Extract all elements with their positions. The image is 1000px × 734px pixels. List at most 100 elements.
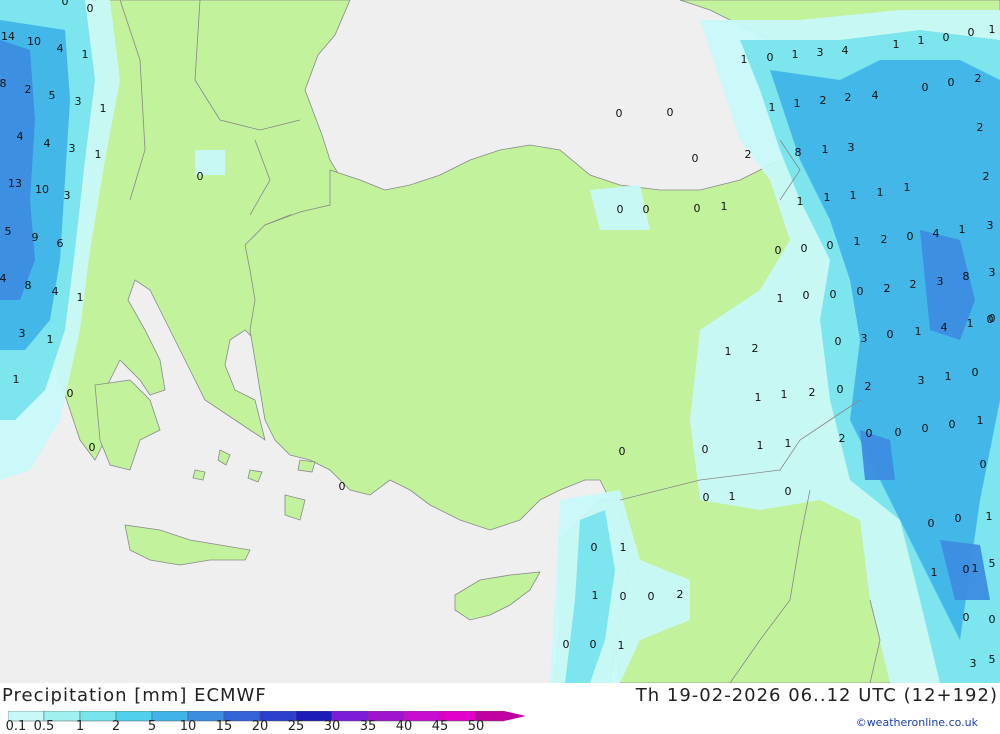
map-value-label: 0 [955,512,962,525]
map-value-label: 0 [963,563,970,576]
map-value-label: 2 [977,121,984,134]
map-value-label: 2 [745,148,752,161]
legend-swatch [115,710,153,722]
map-value-label: 1 [618,639,625,652]
precipitation-map: 14 10 4 1 0 0 8 2 5 3 1 4 4 3 1 13 10 3 5 9 6 4 8 4 1 3 1 1 0 0 0 0 0 0 0 0… [0,0,1000,684]
map-value-label: 1 [794,97,801,110]
map-value-label: 1 [769,101,776,114]
map-value-label: 0 [619,445,626,458]
map-value-label: 0 [767,51,774,64]
map-value-label: 5 [989,557,996,570]
legend-label: 35 [359,719,377,734]
legend-label: 2 [111,719,121,734]
map-value-label: 0 [87,2,94,15]
map-title: Precipitation [mm] ECMWF [2,685,267,706]
map-value-label: 1 [893,38,900,51]
map-value-label: 0 [989,613,996,626]
map-value-label: 1 [904,181,911,194]
map-value-label: 1 [931,566,938,579]
map-value-label: 3 [861,332,868,345]
map-value-label: 1 [729,490,736,503]
map-value-label: 1 [972,562,979,575]
legend-label: 15 [215,719,233,734]
map-value-label: 10 [35,183,49,196]
map-value-label: 0 [89,441,96,454]
map-value-label: 2 [839,432,846,445]
map-value-label: 1 [82,48,89,61]
map-value-label: 4 [0,272,7,285]
map-value-label: 1 [959,223,966,236]
map-value-label: 0 [785,485,792,498]
map-value-label: 2 [983,170,990,183]
map-value-label: 0 [775,244,782,257]
map-value-label: 3 [970,657,977,670]
map-value-label: 14 [1,30,15,43]
credit-link[interactable]: ©weatheronline.co.uk [856,716,978,729]
map-value-label: 0 [197,170,204,183]
legend-label: 45 [431,719,449,734]
map-value-label: 0 [702,443,709,456]
map-value-label: 1 [725,345,732,358]
map-value-label: 2 [845,91,852,104]
map-value-label: 1 [721,200,728,213]
map-value-label: 1 [47,333,54,346]
map-value-label: 3 [989,266,996,279]
map-value-label: 0 [803,289,810,302]
map-value-label: 1 [95,148,102,161]
map-value-label: 1 [854,235,861,248]
legend-label: 20 [251,719,269,734]
map-value-label: 2 [865,380,872,393]
map-value-label: 1 [945,370,952,383]
map-value-label: 1 [989,23,996,36]
map-value-label: 5 [989,653,996,666]
map-value-label: 0 [949,418,956,431]
legend-swatch [79,710,117,722]
valid-time: Th 19-02-2026 06..12 UTC (12+192) [635,685,998,706]
map-value-label: 0 [928,517,935,530]
map-value-label: 4 [842,44,849,57]
map-value-label: 0 [968,26,975,39]
legend-label: 1 [75,719,85,734]
map-value-label: 1 [877,186,884,199]
map-value-label: 1 [977,414,984,427]
map-value-label: 4 [57,42,64,55]
map-value-label: 0 [616,107,623,120]
legend-label: 50 [467,719,485,734]
legend-label: 0.1 [5,719,27,734]
map-value-label: 2 [752,342,759,355]
map-value-label: 2 [677,588,684,601]
map-value-label: 1 [792,48,799,61]
map-value-label: 1 [822,143,829,156]
map-value-label: 0 [943,31,950,44]
map-value-label: 0 [62,0,69,8]
map-value-label: 0 [563,638,570,651]
map-value-label: 3 [848,141,855,154]
map-value-label: 1 [620,541,627,554]
map-value-label: 0 [620,590,627,603]
map-value-label: 0 [835,335,842,348]
map-value-label: 0 [895,426,902,439]
map-value-label: 0 [617,203,624,216]
map-value-label: 3 [64,189,71,202]
map-value-label: 0 [963,611,970,624]
map-value-label: 0 [643,203,650,216]
map-value-label: 0 [591,541,598,554]
map-value-label: 0 [830,288,837,301]
map-value-label: 3 [69,142,76,155]
map-value-label: 0 [948,76,955,89]
map-value-label: 2 [975,72,982,85]
map-value-label: 4 [941,321,948,334]
map-value-label: 0 [590,638,597,651]
map-value-label: 1 [757,439,764,452]
map-value-label: 2 [820,94,827,107]
map-value-label: 0 [922,422,929,435]
map-value-label: 0 [801,242,808,255]
map-value-label: 0 [972,366,979,379]
map-value-label: 0 [907,230,914,243]
map-value-label: 8 [25,279,32,292]
map-value-label: 0 [837,383,844,396]
map-value-label: 0 [648,590,655,603]
map-value-label: 3 [19,327,26,340]
map-value-label: 1 [850,189,857,202]
map-value-label: 4 [933,227,940,240]
